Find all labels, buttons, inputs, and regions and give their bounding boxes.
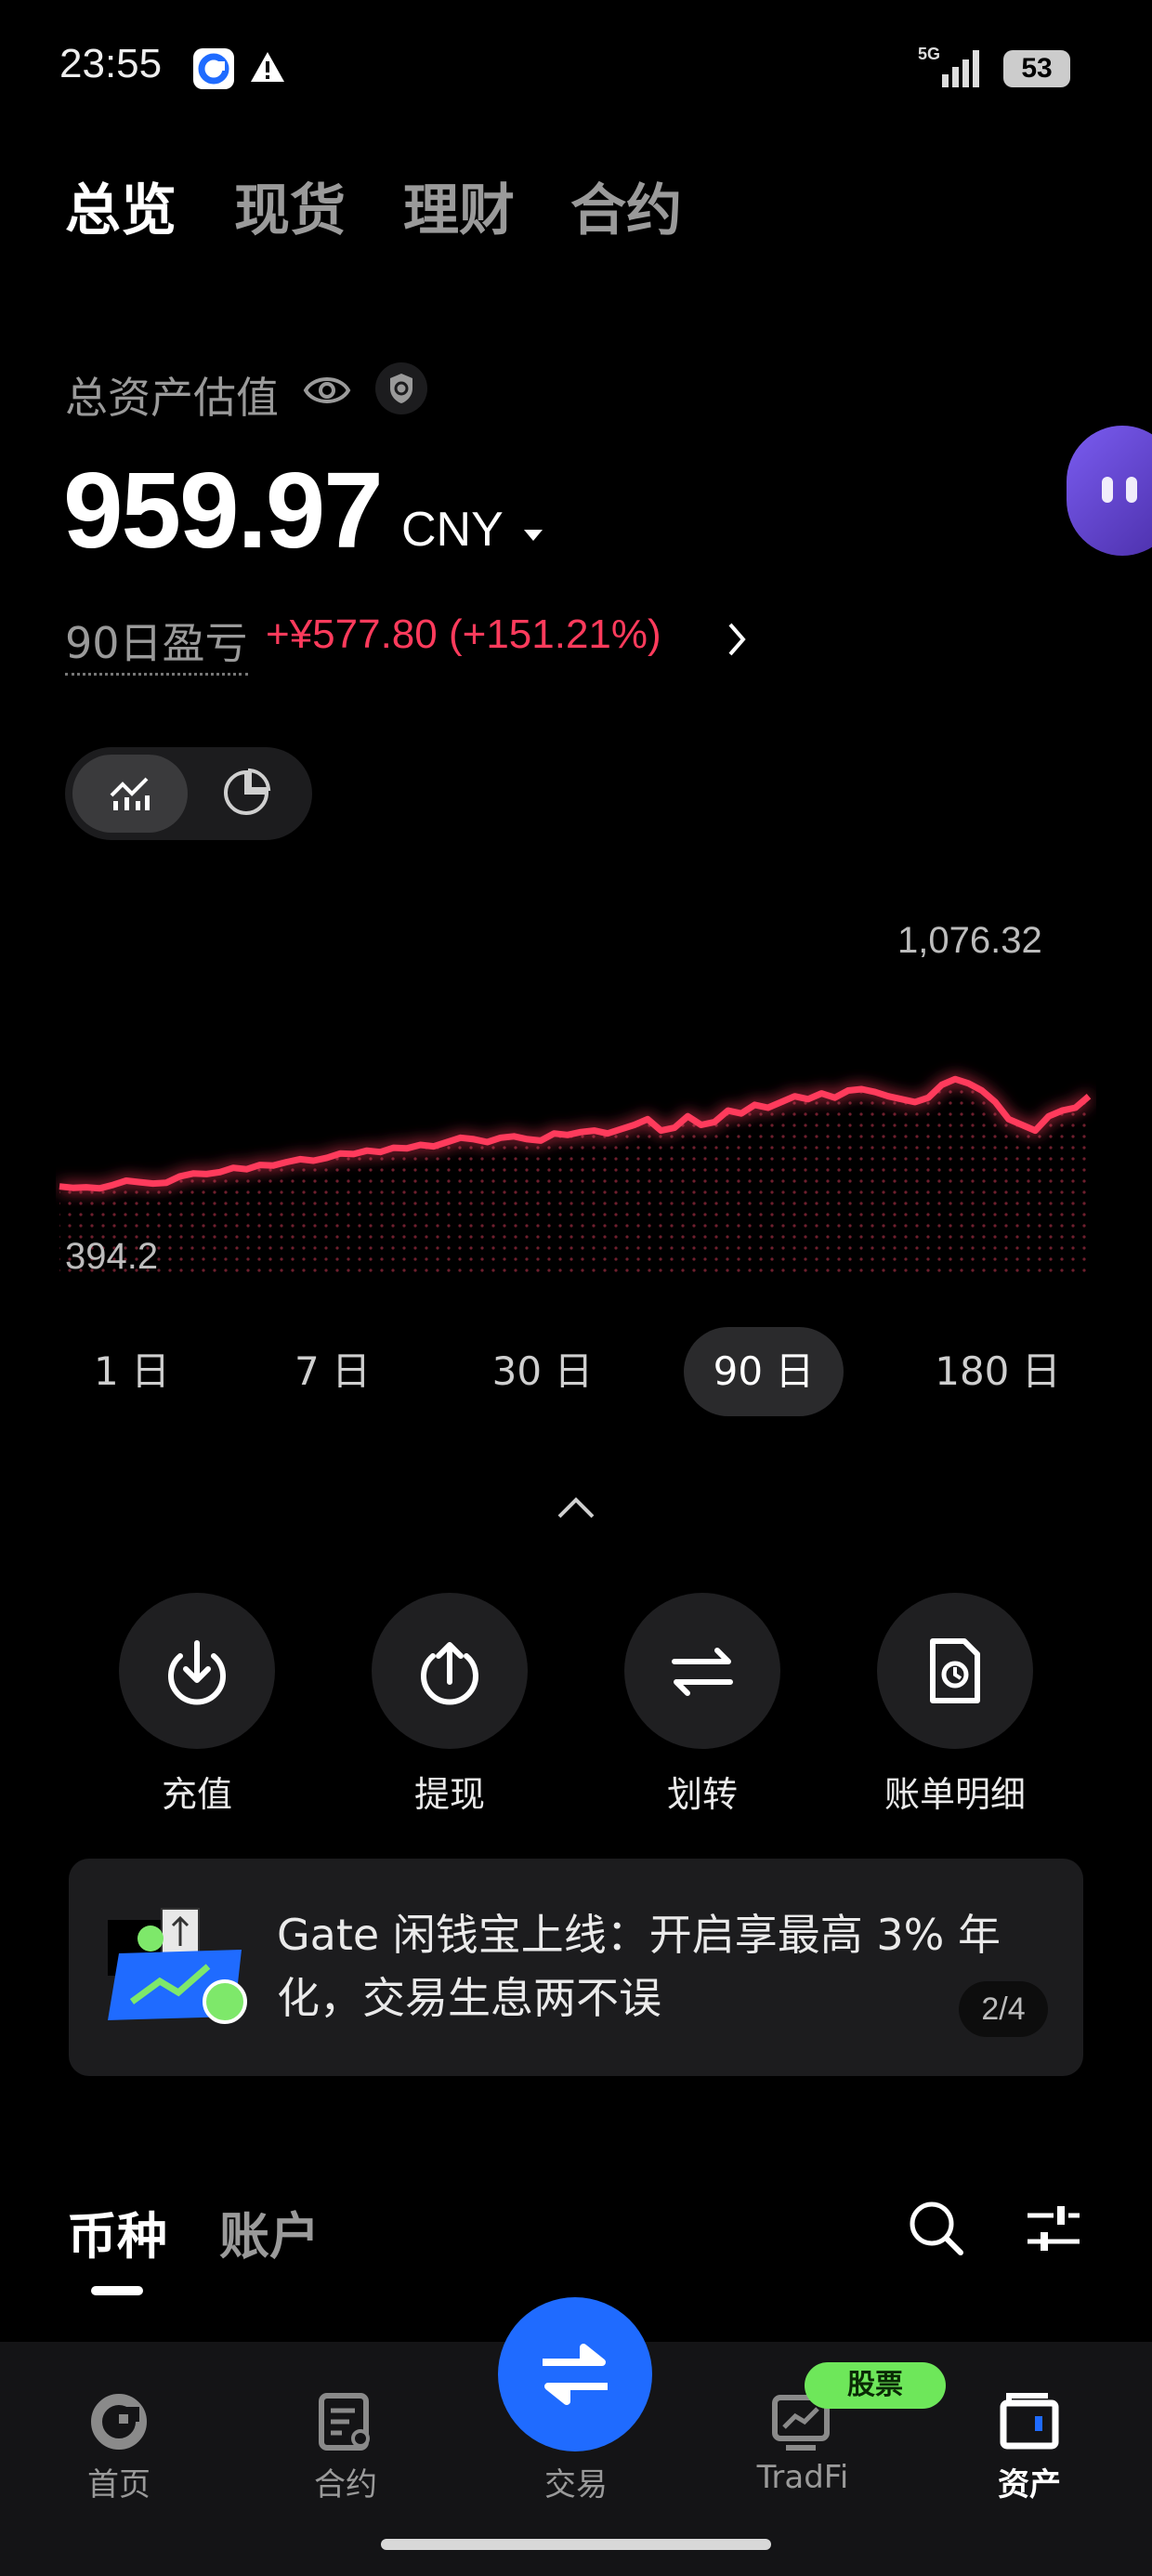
wallet-icon[interactable] bbox=[998, 2390, 1061, 2457]
tab-earn[interactable]: 理财 bbox=[403, 165, 515, 246]
total-assets-value: 959.97 bbox=[63, 450, 384, 571]
chevron-up-icon[interactable] bbox=[556, 1494, 596, 1524]
transfer-button[interactable] bbox=[624, 1593, 780, 1749]
deposit-icon bbox=[168, 1640, 226, 1705]
futures-icon[interactable] bbox=[314, 2390, 377, 2457]
total-assets-label: 总资产估值 bbox=[65, 373, 279, 423]
period-1d[interactable]: 1 日 bbox=[65, 1327, 199, 1416]
bill-details-label: 账单明细 bbox=[884, 1774, 1026, 1815]
promo-banner-text[interactable]: Gate 闲钱宝上线：开启享最高 3% 年化，交易生息两不误 bbox=[277, 1903, 1048, 2030]
transfer-label: 划转 bbox=[666, 1774, 738, 1815]
pie-chart-icon[interactable] bbox=[221, 768, 271, 821]
filter-icon[interactable] bbox=[1026, 2204, 1081, 2256]
period-90d[interactable]: 90 日 bbox=[684, 1327, 844, 1416]
nav-futures-label[interactable]: 合约 bbox=[253, 2459, 439, 2504]
withdraw-label: 提现 bbox=[413, 1774, 485, 1815]
shield-icon[interactable] bbox=[375, 362, 427, 414]
banner-page-indicator: 2/4 bbox=[959, 1981, 1048, 2037]
chevron-right-icon[interactable] bbox=[727, 621, 749, 662]
search-icon[interactable] bbox=[907, 2199, 966, 2262]
currency-selector[interactable]: CNY bbox=[401, 502, 504, 558]
period-30d[interactable]: 30 日 bbox=[476, 1327, 609, 1416]
nav-assets-label[interactable]: 资产 bbox=[936, 2459, 1122, 2504]
transfer-icon bbox=[672, 1648, 733, 1696]
nav-tradfi-label[interactable]: TradFi bbox=[710, 2459, 896, 2496]
withdraw-button[interactable] bbox=[372, 1593, 528, 1749]
tab-futures[interactable]: 合约 bbox=[570, 165, 682, 246]
deposit-button[interactable] bbox=[119, 1593, 275, 1749]
home-icon[interactable] bbox=[87, 2390, 151, 2457]
floating-assistant-button[interactable] bbox=[1067, 426, 1152, 556]
pnl-value[interactable]: +¥577.80 (+151.21%) bbox=[266, 611, 661, 658]
bill-icon bbox=[930, 1638, 980, 1703]
tab-overview[interactable]: 总览 bbox=[65, 165, 177, 246]
chevron-down-icon[interactable] bbox=[524, 530, 543, 541]
app-notification-icon bbox=[193, 48, 234, 89]
warning-icon bbox=[249, 48, 286, 89]
period-7d[interactable]: 7 日 bbox=[266, 1327, 399, 1416]
tab-accounts[interactable]: 账户 bbox=[219, 2195, 320, 2268]
battery-indicator: 53 bbox=[1003, 50, 1070, 87]
bill-details-button[interactable] bbox=[877, 1593, 1033, 1749]
trade-icon bbox=[543, 2344, 608, 2405]
status-time: 23:55 bbox=[59, 41, 163, 86]
deposit-label: 充值 bbox=[161, 1774, 232, 1815]
period-180d[interactable]: 180 日 bbox=[923, 1327, 1072, 1416]
chart-min-label: 394.2 bbox=[65, 1236, 159, 1277]
nav-home-label[interactable]: 首页 bbox=[26, 2459, 212, 2504]
nav-trade-label[interactable]: 交易 bbox=[483, 2459, 669, 2504]
tab-spot[interactable]: 现货 bbox=[234, 165, 346, 246]
signal-icon bbox=[940, 48, 987, 89]
line-chart-toggle[interactable] bbox=[72, 755, 188, 833]
tab-coins[interactable]: 币种 bbox=[67, 2195, 167, 2268]
home-indicator bbox=[381, 2539, 771, 2550]
withdraw-icon bbox=[421, 1642, 478, 1705]
trade-button[interactable] bbox=[498, 2297, 652, 2451]
stocks-badge: 股票 bbox=[805, 2362, 946, 2409]
eye-icon[interactable] bbox=[303, 370, 351, 414]
active-tab-underline bbox=[91, 2286, 143, 2295]
pnl-label[interactable]: 90日盈亏 bbox=[65, 610, 248, 676]
promo-illustration-icon bbox=[104, 1905, 253, 2030]
asset-line-chart bbox=[59, 1075, 1092, 1273]
network-type: 5G bbox=[918, 45, 941, 63]
